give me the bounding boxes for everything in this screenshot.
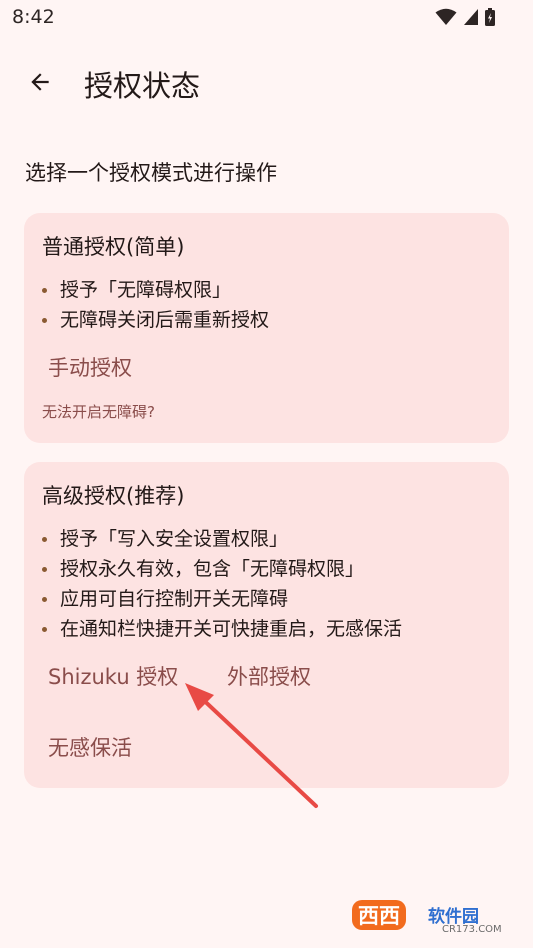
watermark-logo: 西西 软件园 CR173.COM — [338, 898, 518, 942]
manual-auth-button[interactable]: 手动授权 — [48, 352, 132, 382]
card-title: 高级授权(推荐) — [42, 484, 185, 508]
app-bar: 授权状态 — [0, 50, 533, 114]
arrow-back-icon — [31, 73, 49, 91]
wifi-icon — [435, 8, 457, 25]
back-button[interactable] — [22, 64, 58, 100]
list-item: 授予「写入安全设置权限」 — [42, 524, 402, 554]
normal-auth-card: 普通授权(简单) 授予「无障碍权限」 无障碍关闭后需重新授权 手动授权 无法开启… — [24, 213, 509, 443]
battery-icon — [485, 8, 495, 26]
list-item: 应用可自行控制开关无障碍 — [42, 584, 402, 614]
silent-keepalive-button[interactable]: 无感保活 — [48, 732, 132, 762]
page-subtitle: 选择一个授权模式进行操作 — [25, 161, 277, 185]
external-auth-button[interactable]: 外部授权 — [227, 661, 311, 691]
card-title: 普通授权(简单) — [42, 235, 185, 259]
page-title: 授权状态 — [84, 69, 201, 103]
bullet-list: 授予「写入安全设置权限」 授权永久有效，包含「无障碍权限」 应用可自行控制开关无… — [42, 524, 402, 644]
status-time: 8:42 — [12, 6, 55, 28]
status-bar: 8:42 — [0, 0, 533, 36]
status-icons — [435, 8, 495, 26]
list-item: 授权永久有效，包含「无障碍权限」 — [42, 554, 402, 584]
bullet-list: 授予「无障碍权限」 无障碍关闭后需重新授权 — [42, 275, 269, 335]
watermark-url: CR173.COM — [442, 924, 502, 935]
shizuku-auth-button[interactable]: Shizuku 授权 — [48, 661, 178, 691]
advanced-auth-card: 高级授权(推荐) 授予「写入安全设置权限」 授权永久有效，包含「无障碍权限」 应… — [24, 462, 509, 788]
list-item: 授予「无障碍权限」 — [42, 275, 269, 305]
list-item: 无障碍关闭后需重新授权 — [42, 305, 269, 335]
watermark-badge: 西西 — [352, 900, 406, 930]
list-item: 在通知栏快捷开关可快捷重启，无感保活 — [42, 614, 402, 644]
accessibility-help-link[interactable]: 无法开启无障碍? — [42, 401, 155, 422]
signal-icon — [464, 9, 478, 25]
